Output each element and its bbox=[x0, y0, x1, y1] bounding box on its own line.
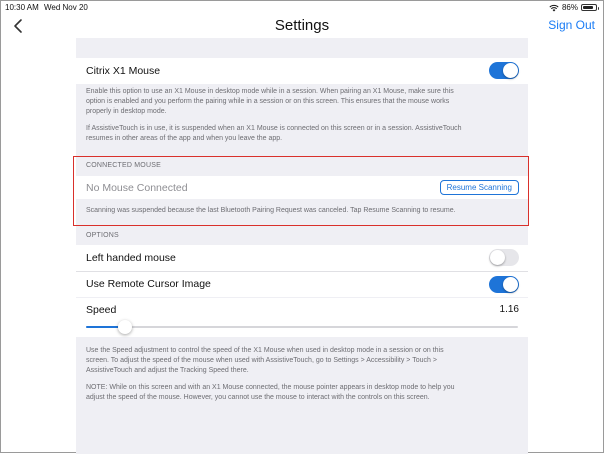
battery-icon bbox=[581, 4, 599, 11]
remote-cursor-label: Use Remote Cursor Image bbox=[86, 278, 211, 290]
x1-mouse-label: Citrix X1 Mouse bbox=[86, 65, 161, 77]
status-right: 86% bbox=[549, 3, 599, 12]
remote-cursor-row: Use Remote Cursor Image bbox=[76, 272, 528, 297]
speed-slider[interactable] bbox=[86, 320, 518, 334]
navigation-bar: Settings Sign Out bbox=[1, 15, 603, 37]
page-title: Settings bbox=[274, 17, 330, 34]
wifi-icon bbox=[549, 4, 559, 11]
mouse-status-text: No Mouse Connected bbox=[86, 182, 188, 194]
status-time: 10:30 AM bbox=[5, 3, 39, 12]
x1-mouse-description: Enable this option to use an X1 Mouse in… bbox=[86, 87, 518, 144]
desc-line: option is enabled and you perform the pa… bbox=[86, 98, 450, 105]
desc-line: screen. To adjust the speed of the mouse… bbox=[86, 357, 437, 364]
desc-line: If AssistiveTouch is in use, it is suspe… bbox=[86, 125, 462, 132]
speed-value: 1.16 bbox=[499, 304, 519, 315]
battery-percent: 86% bbox=[561, 3, 578, 12]
settings-content[interactable]: Citrix X1 Mouse Enable this option to us… bbox=[76, 38, 528, 454]
resume-scanning-button[interactable]: Resume Scanning bbox=[439, 180, 519, 195]
desc-line: AssistiveTouch and adjust the Tracking S… bbox=[86, 367, 249, 374]
x1-mouse-toggle[interactable] bbox=[489, 62, 519, 79]
status-date: Wed Nov 20 bbox=[44, 3, 88, 12]
speed-label: Speed bbox=[86, 304, 117, 316]
desc-line: NOTE: While on this screen and with an X… bbox=[86, 384, 455, 391]
ipad-screen: 10:30 AM Wed Nov 20 86% Settings Sign Ou… bbox=[0, 0, 604, 454]
toggle-knob bbox=[503, 277, 518, 292]
speed-description: Use the Speed adjustment to control the … bbox=[86, 346, 518, 403]
x1-mouse-row: Citrix X1 Mouse bbox=[76, 58, 528, 84]
toggle-knob bbox=[503, 63, 518, 78]
desc-line: adjust the speed of the mouse. However, … bbox=[86, 394, 430, 401]
desc-spacer bbox=[86, 376, 518, 383]
desc-line: Enable this option to use an X1 Mouse in… bbox=[86, 88, 454, 95]
left-handed-row: Left handed mouse bbox=[76, 245, 528, 272]
connected-mouse-header: CONNECTED MOUSE bbox=[86, 162, 161, 169]
remote-cursor-toggle[interactable] bbox=[489, 276, 519, 293]
desc-line: resumes in other areas of the app and wh… bbox=[86, 135, 283, 142]
speed-slider-thumb[interactable] bbox=[117, 320, 132, 334]
scanning-note: Scanning was suspended because the last … bbox=[86, 207, 456, 214]
speed-row: Speed 1.16 bbox=[76, 298, 528, 337]
connected-mouse-row: No Mouse Connected Resume Scanning bbox=[76, 176, 528, 199]
status-bar: 10:30 AM Wed Nov 20 86% bbox=[1, 1, 603, 15]
toggle-knob bbox=[490, 250, 505, 265]
options-header: OPTIONS bbox=[86, 232, 119, 239]
desc-line: properly in desktop mode. bbox=[86, 108, 167, 115]
left-handed-label: Left handed mouse bbox=[86, 252, 176, 264]
desc-spacer bbox=[86, 117, 518, 124]
battery-fill bbox=[583, 6, 594, 9]
sign-out-button[interactable]: Sign Out bbox=[548, 18, 595, 32]
desc-line: Use the Speed adjustment to control the … bbox=[86, 347, 444, 354]
left-handed-toggle[interactable] bbox=[489, 249, 519, 266]
